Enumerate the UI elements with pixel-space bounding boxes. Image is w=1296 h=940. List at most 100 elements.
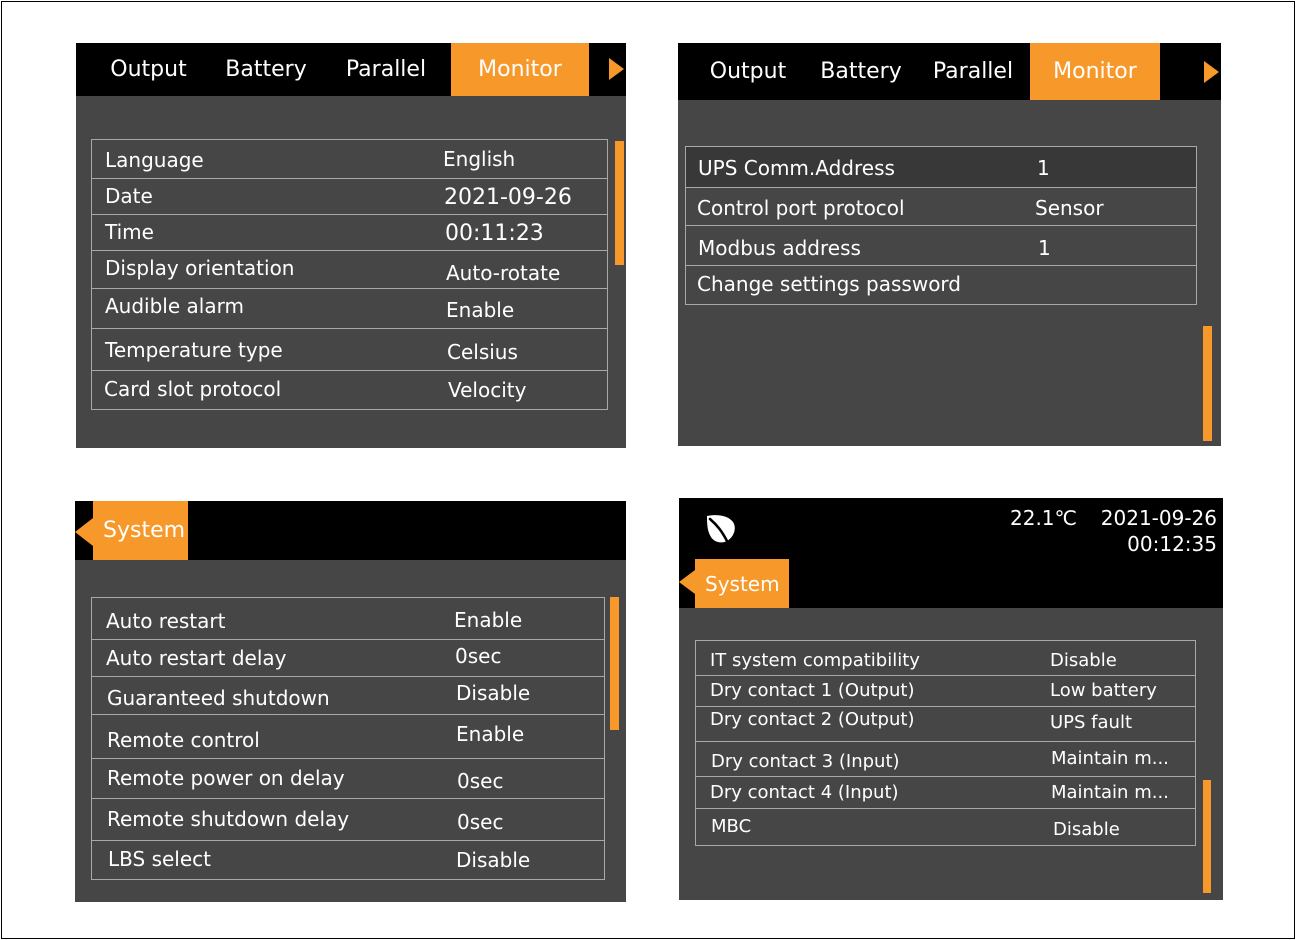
row-label: Time	[105, 220, 154, 244]
row-audible-alarm[interactable]: Audible alarm Enable	[92, 289, 607, 329]
row-label: Remote power on delay	[107, 766, 345, 790]
row-label: Audible alarm	[105, 294, 244, 318]
row-value: 1	[1038, 236, 1051, 260]
tab-parallel[interactable]: Parallel	[923, 43, 1023, 100]
settings-table: Auto restart Enable Auto restart delay 0…	[91, 597, 605, 880]
row-value: Disable	[1053, 819, 1120, 840]
screen-monitor-settings-1: Output Battery Parallel Monitor Language…	[76, 43, 626, 448]
row-temperature-type[interactable]: Temperature type Celsius	[92, 329, 607, 371]
row-remote-power-on-delay[interactable]: Remote power on delay 0sec	[92, 759, 604, 799]
row-value: Auto-rotate	[446, 261, 561, 285]
tab-battery[interactable]: Battery	[216, 43, 316, 96]
row-value: 2021-09-26	[444, 185, 572, 210]
row-value: UPS fault	[1050, 712, 1133, 733]
row-value: Celsius	[447, 340, 518, 364]
scrollbar-thumb[interactable]	[1203, 780, 1211, 893]
row-dry-contact-2[interactable]: Dry contact 2 (Output) UPS fault	[696, 707, 1195, 742]
tab-output[interactable]: Output	[693, 43, 803, 100]
tab-battery[interactable]: Battery	[810, 43, 912, 100]
tab-system[interactable]: System	[93, 501, 188, 560]
settings-table: IT system compatibility Disable Dry cont…	[695, 640, 1196, 846]
row-label: Dry contact 1 (Output)	[710, 680, 915, 701]
back-arrow-icon[interactable]	[679, 570, 695, 594]
temperature-readout: 22.1℃	[1010, 506, 1077, 530]
row-label: Auto restart	[106, 609, 226, 633]
screen-system-settings-1: System Auto restart Enable Auto restart …	[75, 501, 626, 902]
row-value: 1	[1037, 156, 1050, 180]
tab-monitor[interactable]: Monitor	[1030, 43, 1160, 100]
tab-parallel[interactable]: Parallel	[336, 43, 436, 96]
row-value: Disable	[1050, 650, 1117, 671]
row-label: LBS select	[108, 847, 211, 871]
row-label: Display orientation	[105, 256, 295, 280]
row-value: Disable	[456, 681, 531, 705]
tab-bar: Output Battery Parallel Monitor	[678, 43, 1221, 100]
tab-output[interactable]: Output	[86, 43, 211, 96]
row-label: Date	[105, 184, 153, 208]
status-date: 2021-09-26	[1100, 506, 1217, 530]
row-label: Language	[105, 148, 204, 172]
next-tab-arrow-icon[interactable]	[609, 58, 624, 80]
next-tab-arrow-icon[interactable]	[1204, 61, 1219, 83]
row-guaranteed-shutdown[interactable]: Guaranteed shutdown Disable	[92, 677, 604, 715]
row-display-orientation[interactable]: Display orientation Auto-rotate	[92, 251, 607, 289]
row-value: 00:11:23	[445, 221, 544, 246]
settings-table: Language English Date 2021-09-26 Time 00…	[91, 139, 608, 410]
row-value: Enable	[446, 298, 515, 322]
row-label: Dry contact 3 (Input)	[711, 751, 900, 772]
screen-system-settings-2: 22.1℃ 2021-09-26 00:12:35 System IT syst…	[679, 498, 1223, 900]
row-value: Enable	[454, 608, 523, 632]
row-label: Change settings password	[697, 272, 961, 296]
back-arrow-icon[interactable]	[75, 518, 93, 546]
settings-table: UPS Comm.Address 1 Control port protocol…	[685, 146, 1197, 305]
row-value: Disable	[456, 848, 531, 872]
screen-monitor-settings-2: Output Battery Parallel Monitor UPS Comm…	[678, 43, 1221, 446]
row-auto-restart[interactable]: Auto restart Enable	[92, 598, 604, 640]
leaf-icon	[707, 515, 735, 545]
row-modbus-address[interactable]: Modbus address 1	[686, 226, 1196, 266]
row-label: Remote control	[107, 728, 260, 752]
scrollbar-thumb[interactable]	[1203, 326, 1212, 441]
row-label: Auto restart delay	[106, 646, 287, 670]
row-it-system-compatibility[interactable]: IT system compatibility Disable	[696, 641, 1195, 676]
row-time[interactable]: Time 00:11:23	[92, 215, 607, 251]
row-label: Control port protocol	[697, 196, 905, 220]
status-bar: 22.1℃ 2021-09-26 00:12:35	[679, 498, 1223, 559]
row-change-settings-password[interactable]: Change settings password	[686, 266, 1196, 304]
row-label: MBC	[711, 816, 752, 837]
row-label: Dry contact 2 (Output)	[710, 709, 915, 730]
tab-system[interactable]: System	[695, 559, 789, 608]
scrollbar-thumb[interactable]	[615, 141, 624, 265]
row-card-slot-protocol[interactable]: Card slot protocol Velocity	[92, 371, 607, 409]
row-date[interactable]: Date 2021-09-26	[92, 179, 607, 215]
tab-bar: Output Battery Parallel Monitor	[76, 43, 626, 96]
row-value: 0sec	[457, 769, 504, 793]
row-remote-shutdown-delay[interactable]: Remote shutdown delay 0sec	[92, 799, 604, 841]
row-control-port-protocol[interactable]: Control port protocol Sensor	[686, 188, 1196, 226]
row-ups-comm-address[interactable]: UPS Comm.Address 1	[686, 147, 1196, 188]
row-value: English	[443, 147, 516, 171]
row-value: 0sec	[455, 644, 502, 668]
row-label: Modbus address	[698, 236, 861, 260]
scrollbar-thumb[interactable]	[610, 597, 619, 730]
row-dry-contact-3[interactable]: Dry contact 3 (Input) Maintain m...	[696, 742, 1195, 777]
row-lbs-select[interactable]: LBS select Disable	[92, 841, 604, 879]
row-label: Temperature type	[105, 338, 283, 362]
row-auto-restart-delay[interactable]: Auto restart delay 0sec	[92, 640, 604, 677]
row-label: Dry contact 4 (Input)	[710, 782, 899, 803]
row-value: 0sec	[457, 810, 504, 834]
row-dry-contact-4[interactable]: Dry contact 4 (Input) Maintain m...	[696, 777, 1195, 809]
row-mbc[interactable]: MBC Disable	[696, 809, 1195, 845]
row-value: Maintain m...	[1051, 782, 1169, 803]
row-label: UPS Comm.Address	[698, 156, 895, 180]
row-value: Velocity	[448, 378, 527, 402]
row-language[interactable]: Language English	[92, 140, 607, 179]
tab-monitor[interactable]: Monitor	[451, 43, 589, 96]
row-label: Card slot protocol	[104, 377, 282, 401]
row-dry-contact-1[interactable]: Dry contact 1 (Output) Low battery	[696, 676, 1195, 707]
row-value: Sensor	[1035, 196, 1104, 220]
row-label: Guaranteed shutdown	[107, 686, 330, 710]
row-label: IT system compatibility	[710, 650, 920, 671]
row-remote-control[interactable]: Remote control Enable	[92, 715, 604, 759]
row-value: Low battery	[1050, 680, 1157, 701]
